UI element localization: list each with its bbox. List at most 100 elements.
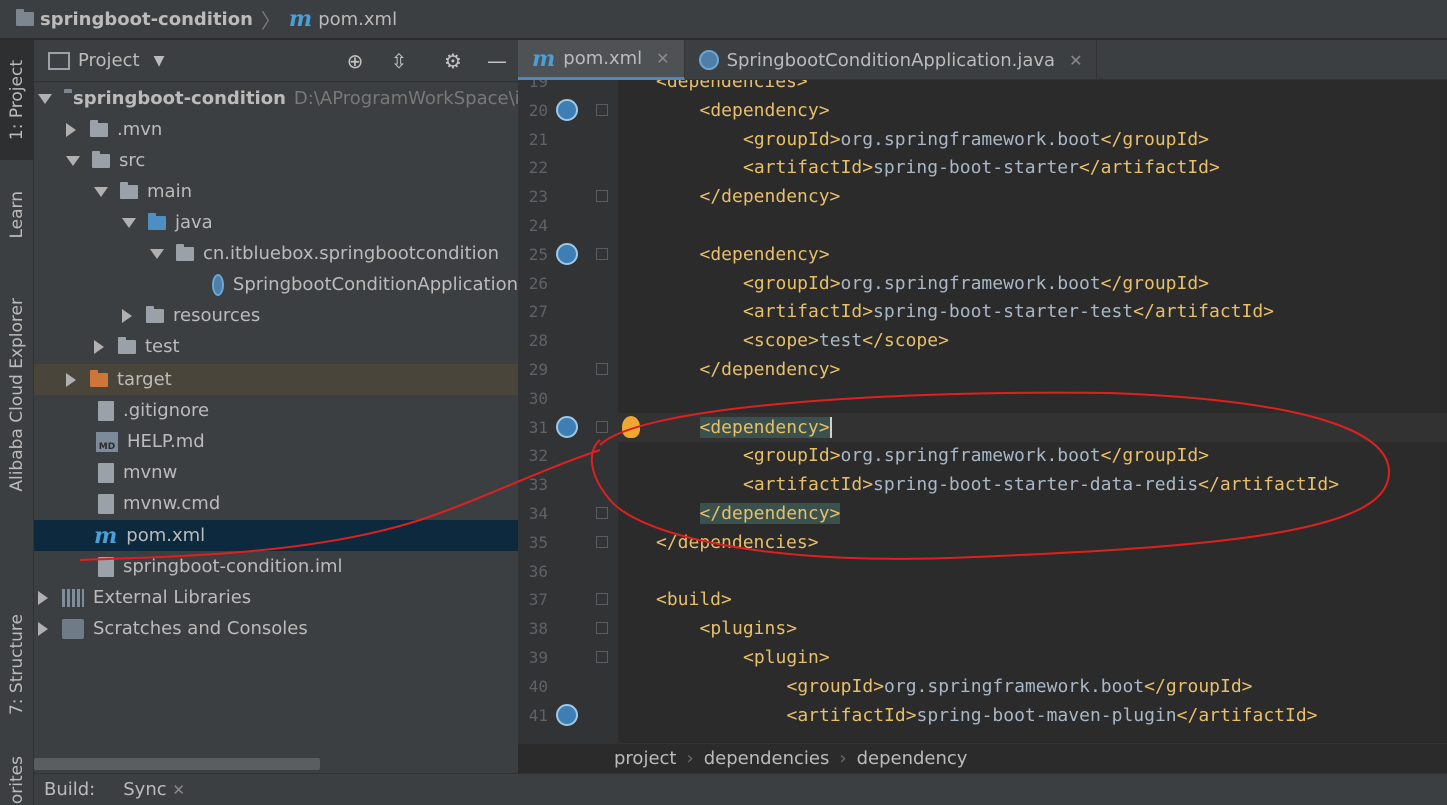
tree-item-mvn[interactable]: .mvn [34,114,518,145]
tree-item-label: src [119,150,146,171]
chevron-right-icon[interactable] [122,308,132,323]
chevron-right-icon[interactable] [94,339,104,354]
collapse-all-icon[interactable]: ⇳ [386,48,412,74]
tree-item-package[interactable]: cn.itbluebox.springbootcondition [34,238,518,269]
tool-tab-alibaba-cloud[interactable]: Alibaba Cloud Explorer [0,280,34,510]
line-number: 31 [528,417,548,437]
code-tag: <artifactId> [786,704,917,726]
tool-tab-learn-label: Learn [7,191,27,239]
chevron-down-icon[interactable] [150,248,164,259]
nav-project-label: springboot-condition [40,8,253,30]
tree-item-pom-xml[interactable]: m pom.xml [34,520,518,551]
tab-application-java[interactable]: SpringbootConditionApplication.java ✕ [685,40,1098,80]
chevron-right-icon[interactable] [38,621,48,636]
fold-marker-icon[interactable] [596,651,608,663]
code-text: org.springframework.boot [884,675,1145,697]
breadcrumb-item[interactable]: project [614,748,676,769]
code-tag: <plugin> [743,647,830,668]
hide-icon[interactable]: — [484,48,510,74]
tree-item-root[interactable]: springboot-condition D:\AProgramWorkSpac… [34,83,542,114]
tree-item-label: springboot-condition [73,88,286,109]
navigate-to-dependency-icon[interactable] [556,415,578,438]
horizontal-scrollbar[interactable] [34,758,320,770]
intention-bulb-icon[interactable] [622,415,640,438]
locate-icon[interactable]: ⊕ [342,48,368,74]
tree-item-gitignore[interactable]: .gitignore [34,395,518,426]
close-icon[interactable]: ✕ [656,49,669,68]
fold-marker-icon[interactable] [596,190,608,203]
fold-marker-icon[interactable] [596,535,608,548]
folder-icon [92,150,110,168]
navigate-to-dependency-icon[interactable] [556,98,578,121]
project-view-selector[interactable]: Project [78,50,140,71]
code-editor[interactable]: 19 20 21 22 23 24 25 26 27 28 29 30 31 32 33 34 35 36 37 38… [518,80,1447,743]
chevron-down-icon[interactable] [38,93,52,104]
tree-item-iml[interactable]: springboot-condition.iml [34,551,518,582]
tree-item-label: main [147,181,192,202]
code-line: <plugin> [743,643,830,672]
tree-item-resources[interactable]: resources [34,300,518,331]
code-line: </dependency> [700,182,841,211]
project-panel-header: Project ▼ ⊕ ⇳ ⚙ — [34,40,518,82]
navigate-to-dependency-icon[interactable] [556,242,578,265]
chevron-right-icon[interactable] [38,590,48,605]
navigate-to-dependency-icon[interactable] [556,703,578,726]
chevron-down-icon[interactable] [94,186,108,197]
fold-marker-icon[interactable] [596,593,608,606]
chevron-down-icon[interactable]: ▼ [154,53,165,69]
chevron-right-icon[interactable] [66,122,76,137]
line-number: 22 [528,158,548,178]
tree-item-scratches[interactable]: Scratches and Consoles [34,613,518,644]
tree-item-application-class[interactable]: SpringbootConditionApplication [34,269,518,300]
code-tag: <build> [656,589,732,611]
sync-tab[interactable]: Sync ✕ [123,779,185,800]
tab-pom-xml[interactable]: m pom.xml ✕ [518,40,685,80]
fold-marker-icon[interactable] [596,622,608,635]
tree-item-external-libraries[interactable]: External Libraries [34,582,518,613]
breadcrumb-item[interactable]: dependency [857,748,968,769]
code-tag: </groupId> [1100,272,1210,294]
tree-item-help-md[interactable]: MD HELP.md [34,426,518,457]
tool-tab-learn[interactable]: Learn [0,175,34,255]
nav-project[interactable]: springboot-condition [16,9,253,30]
chevron-down-icon[interactable] [122,217,136,228]
fold-marker-icon[interactable] [596,247,608,260]
scratches-icon [62,618,84,639]
tool-tab-structure[interactable]: 7: Structure [0,600,34,730]
code-line: </dependencies> [656,528,819,557]
tree-item-label: mvnw.cmd [123,493,221,514]
code-line: <dependency> [699,413,832,442]
fold-marker-icon[interactable] [596,103,608,116]
tree-item-label: .gitignore [123,400,210,421]
tool-tab-favorites[interactable]: orites [0,755,34,805]
tree-item-main[interactable]: main [34,176,518,207]
tree-item-test[interactable]: test [34,331,518,362]
fold-marker-icon[interactable] [596,420,608,433]
tree-item-mvnw-cmd[interactable]: mvnw.cmd [34,488,518,519]
line-number: 29 [528,360,548,379]
tree-item-src[interactable]: src [34,145,518,176]
code-line: <dependency> [700,96,830,125]
chevron-down-icon[interactable] [66,155,80,166]
code-text: org.springframework.boot [840,445,1101,467]
code-tag: </dependency> [699,503,841,524]
chevron-right-icon[interactable] [66,372,76,387]
code-line: <groupId>org.springframework.boot</group… [743,125,1209,154]
tool-tab-favorites-label: orites [7,755,27,805]
fold-marker-icon[interactable] [596,507,608,519]
tree-item-java[interactable]: java [34,207,518,238]
code-tag: </dependency> [699,359,841,380]
excluded-folder-icon [90,369,108,387]
code-line: <build> [656,585,732,614]
gear-icon[interactable]: ⚙ [440,48,466,74]
close-icon[interactable]: ✕ [172,781,185,799]
tool-tab-project[interactable]: 1: Project [0,40,34,160]
breadcrumb-item[interactable]: dependencies [704,748,830,769]
nav-file[interactable]: m pom.xml [289,6,397,32]
close-icon[interactable]: ✕ [1069,51,1082,70]
tree-item-mvnw[interactable]: mvnw [34,457,518,488]
tree-item-target[interactable]: target [34,364,518,395]
folder-icon [118,336,136,354]
code-line: <plugins> [700,614,798,643]
fold-marker-icon[interactable] [596,363,608,375]
